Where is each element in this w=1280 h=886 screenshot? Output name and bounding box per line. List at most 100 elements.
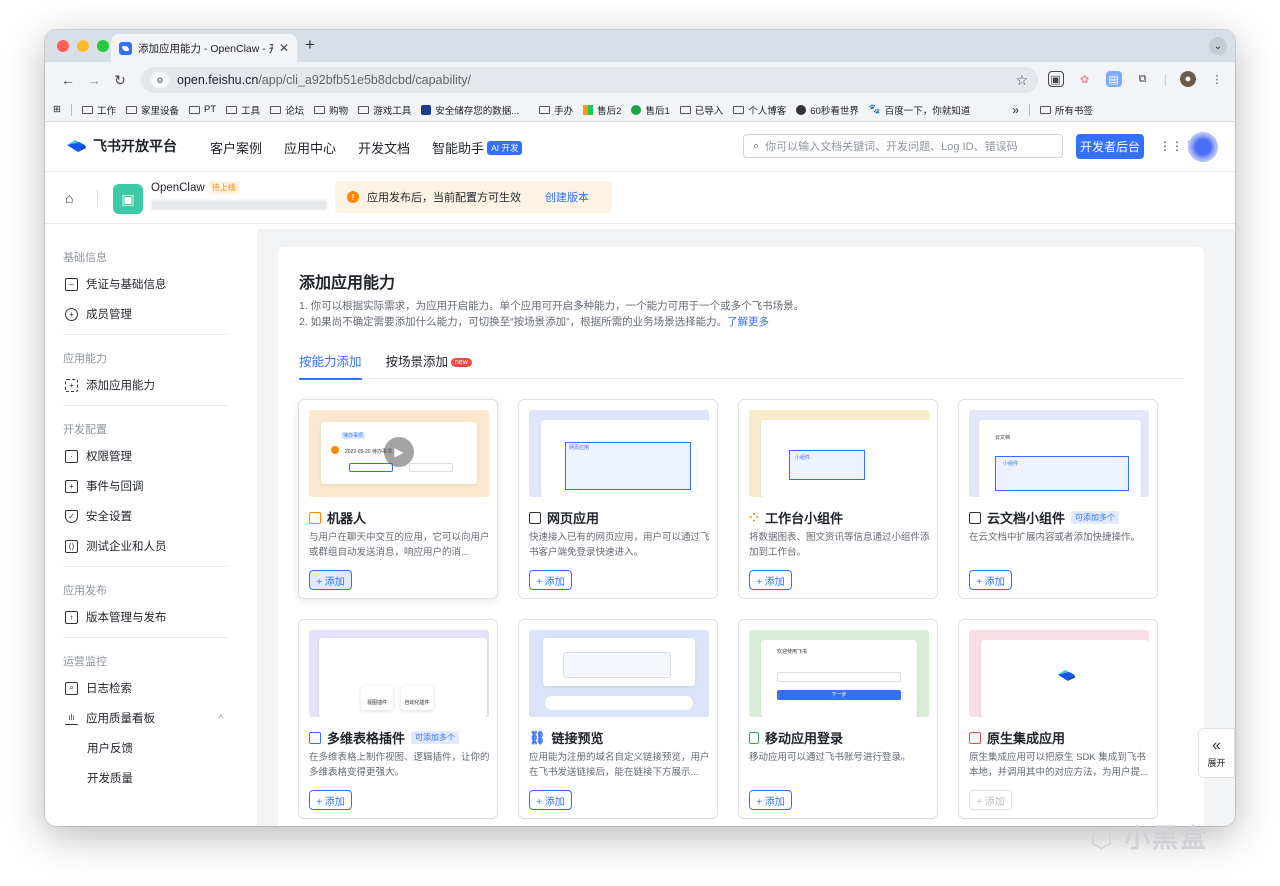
sidebar-item-permissions[interactable]: · 权限管理 (45, 441, 257, 471)
nav-cases[interactable]: 客户案例 (210, 138, 262, 157)
logo-text: 飞书开放平台 (93, 138, 177, 154)
bookmark-item[interactable]: 售后2 (583, 103, 621, 117)
capability-card-webapp[interactable]: 网页应用 网页应用 快速接入已有的网页应用，用户可以通过飞书客户端免登录快速进入… (518, 399, 718, 599)
nav-assistant[interactable]: 智能助手 AI 开发 (432, 138, 523, 157)
bookmark-item[interactable]: 游戏工具 (358, 103, 411, 117)
add-webapp-button[interactable]: + 添加 (529, 570, 572, 590)
all-bookmarks[interactable]: 所有书签 (1039, 103, 1093, 117)
sidebar-item-dev-quality[interactable]: 开发质量 (45, 763, 257, 793)
bookmark-item[interactable]: 已导入 (679, 103, 723, 117)
sidebar-item-test-tenants[interactable]: ⟨⟩ 测试企业和人员 (45, 531, 257, 561)
sidebar-item-feedback[interactable]: 用户反馈 (45, 733, 257, 763)
add-doc-widget-button[interactable]: + 添加 (969, 570, 1012, 590)
bookmark-item[interactable]: 售后1 (631, 103, 670, 117)
extension-icon[interactable]: ▤ (1105, 71, 1122, 87)
site-info-icon[interactable]: ⚙ (151, 72, 169, 88)
puzzle-icon[interactable]: ⧉ (1135, 71, 1151, 87)
bookmark-item[interactable]: PT (189, 104, 216, 115)
add-native-app-button[interactable]: + 添加 (969, 790, 1012, 810)
sidebar-item-members[interactable]: + 成员管理 (45, 299, 257, 329)
content-area: 基础信息 – 凭证与基础信息 + 成员管理 应用能力 + 添加应用能力 开发配置 · 权… (45, 229, 1235, 826)
card-description: 快速接入已有的网页应用，用户可以通过飞书客户端免登录快速进入。 (529, 532, 710, 558)
bookmark-item[interactable]: 购物 (314, 103, 348, 117)
bookmark-label: 个人博客 (748, 105, 787, 117)
table-icon (309, 731, 321, 744)
zoom-window-button[interactable] (97, 40, 109, 52)
home-icon[interactable]: ⌂ (65, 190, 73, 206)
close-tab-icon[interactable]: ✕ (279, 41, 289, 55)
expand-panel-button[interactable]: « 展开 (1198, 728, 1235, 778)
apps-grid-icon[interactable]: ⋮⋮⋮ (1159, 139, 1195, 153)
code-icon: ⟨⟩ (65, 539, 78, 553)
sidebar-item-add-capability[interactable]: + 添加应用能力 (45, 370, 257, 400)
capability-card-bot[interactable]: 待办事项 2022-05-20 待办事项 ▶ 机器人 与用户在聊天中交互的应用，… (298, 399, 498, 599)
capability-card-base-plugin[interactable]: 视图插件 自动化插件 多维表格插件 可添加多个 在多维表格上制作视图、逻辑插件，让… (298, 619, 498, 819)
extension-icon[interactable]: ▣ (1047, 71, 1064, 87)
browser-tab[interactable]: 添加应用能力 - OpenClaw - 开 ✕ (111, 34, 297, 62)
sidebar-item-security[interactable]: ✓ 安全设置 (45, 501, 257, 531)
bookmark-item[interactable]: 工作 (81, 103, 116, 117)
sidebar-group-title: 基础信息 (63, 252, 107, 264)
minimize-window-button[interactable] (77, 40, 89, 52)
sidebar-item-credentials[interactable]: – 凭证与基础信息 (45, 269, 257, 299)
new-tab-icon[interactable]: + (305, 35, 315, 55)
sidebar-item-logs[interactable]: ⌕ 日志检索 (45, 673, 257, 703)
add-base-plugin-button[interactable]: + 添加 (309, 790, 352, 810)
url-field[interactable]: ⚙ open.feishu.cn/app/cli_a92bfb51e5b8dcb… (141, 67, 1038, 93)
capability-card-mobile-login[interactable]: 欢迎使用飞书 下一步 移动应用登录 移动应用可以通过飞书账号进行登录。 + 添加 (738, 619, 938, 819)
bookmark-item[interactable]: 个人博客 (733, 103, 786, 117)
bookmark-item[interactable]: 手办 (539, 103, 573, 117)
sidebar-item-events[interactable]: + 事件与回调 (45, 471, 257, 501)
bookmark-item[interactable]: 60秒看世界 (796, 103, 859, 117)
search-input[interactable]: ⌕ 你可以输入文档关键词、开发问题、Log ID、错误码 (743, 134, 1063, 158)
apps-grid-icon[interactable]: ⊞ (53, 104, 61, 115)
capability-card-link-preview[interactable]: ⛓ 链接预览 应用能为注册的域名自定义链接预览，用户在飞书发送链接后，能在链接下方… (518, 619, 718, 819)
chevron-up-icon[interactable]: ^ (219, 713, 223, 723)
learn-more-link[interactable]: 了解更多 (727, 316, 769, 328)
native-app-preview (969, 630, 1149, 717)
card-title-text: 移动应用登录 (765, 731, 844, 746)
tab-search-icon[interactable]: ⌄ (1209, 37, 1227, 55)
add-bot-button[interactable]: + 添加 (309, 570, 352, 590)
capability-card-widget[interactable]: 小组件 ⁘ 工作台小组件 将数据图表、图文资讯等信息通过小组件添加到工作台。 + … (738, 399, 938, 599)
card-title: 网页应用 (529, 508, 599, 527)
nav-app-center[interactable]: 应用中心 (284, 138, 336, 157)
profile-icon[interactable]: ● (1180, 71, 1196, 87)
bookmark-item[interactable]: 论坛 (270, 103, 304, 117)
add-link-preview-button[interactable]: + 添加 (529, 790, 572, 810)
extension-icon[interactable]: ✿ (1077, 71, 1093, 87)
bookmark-star-icon[interactable]: ☆ (1015, 72, 1028, 89)
play-icon[interactable]: ▶ (384, 437, 414, 467)
sidebar-item-versions[interactable]: ↑ 版本管理与发布 (45, 602, 257, 632)
add-widget-button[interactable]: + 添加 (749, 570, 792, 590)
bookmark-item[interactable]: 家里设备 (125, 103, 179, 117)
back-icon[interactable]: ← (55, 72, 81, 88)
feishu-logo[interactable]: 飞书开放平台 (65, 136, 177, 156)
multi-badge: 可添加多个 (1071, 511, 1120, 524)
capability-card-native-app[interactable]: 原生集成应用 原生集成应用可以把原生 SDK 集成到飞书本地，并调用其中的对应方… (958, 619, 1158, 819)
news-icon (796, 104, 807, 115)
forward-icon[interactable]: → (81, 72, 107, 88)
capability-card-doc-widget[interactable]: 云文档 小组件 云文档小组件 可添加多个 在云文档中扩展内容或者添加快捷操作。 +… (958, 399, 1158, 599)
close-window-button[interactable] (57, 40, 69, 52)
bookmark-item[interactable]: 🐾 百度一下，你就知道 (869, 103, 970, 117)
preview-text: 待办事项 (341, 432, 366, 439)
bookmark-item[interactable]: 安全储存您的数据... (421, 103, 519, 117)
nav-docs[interactable]: 开发文档 (358, 138, 410, 157)
avatar[interactable] (1188, 132, 1218, 162)
reload-icon[interactable]: ↻ (107, 72, 133, 89)
notice-text: 应用发布后，当前配置方可生效 (367, 192, 521, 204)
upload-icon: ↑ (65, 610, 78, 624)
bookmark-item[interactable]: 工具 (226, 103, 260, 117)
developer-console-button[interactable]: 开发者后台 (1076, 134, 1144, 159)
tab-by-scenario[interactable]: 按场景添加 new (386, 347, 472, 379)
card-title-text: 链接预览 (551, 731, 604, 746)
bookmarks-overflow-button[interactable]: » (1012, 103, 1019, 117)
menu-icon[interactable]: ⋮ (1209, 71, 1225, 87)
sidebar-item-quality[interactable]: ılı 应用质量看板 ^ (45, 703, 257, 733)
add-mobile-login-button[interactable]: + 添加 (749, 790, 792, 810)
chart-icon: ılı (65, 712, 78, 725)
tab-by-capability[interactable]: 按能力添加 (299, 347, 362, 380)
create-version-link[interactable]: 创建版本 (545, 189, 589, 205)
event-icon: + (65, 479, 78, 493)
